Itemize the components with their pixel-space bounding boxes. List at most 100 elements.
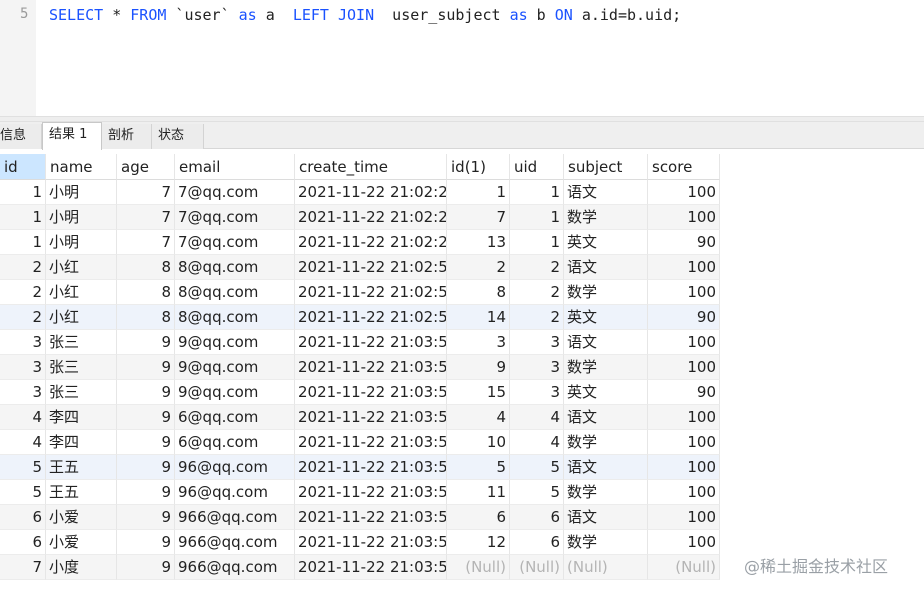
column-header-uid[interactable]: uid (510, 154, 564, 180)
table-cell-id-1[interactable]: 2 (447, 255, 510, 280)
column-header-name[interactable]: name (46, 154, 117, 180)
table-cell-name[interactable]: 张三 (46, 355, 117, 380)
column-header-id-1[interactable]: id(1) (447, 154, 510, 180)
table-cell-uid[interactable]: 1 (510, 230, 564, 255)
table-cell-uid[interactable]: 3 (510, 330, 564, 355)
table-cell-subject[interactable]: 语文 (564, 405, 648, 430)
table-cell-age[interactable]: 7 (117, 180, 175, 205)
table-cell-email[interactable]: 8@qq.com (175, 280, 295, 305)
table-cell-uid[interactable]: 6 (510, 505, 564, 530)
table-cell-email[interactable]: 9@qq.com (175, 330, 295, 355)
table-cell-score[interactable]: (Null) (648, 555, 720, 580)
table-cell-subject[interactable]: 数学 (564, 205, 648, 230)
table-cell-score[interactable]: 90 (648, 305, 720, 330)
table-cell-id-1[interactable]: 1 (447, 180, 510, 205)
table-cell-score[interactable]: 90 (648, 380, 720, 405)
table-cell-create-time[interactable]: 2021-11-22 21:03:58 (295, 430, 447, 455)
table-cell-id-1[interactable]: (Null) (447, 555, 510, 580)
table-cell-id[interactable]: 2 (0, 280, 46, 305)
table-cell-id-1[interactable]: 3 (447, 330, 510, 355)
table-cell-id[interactable]: 3 (0, 380, 46, 405)
table-cell-create-time[interactable]: 2021-11-22 21:03:58 (295, 505, 447, 530)
table-cell-age[interactable]: 9 (117, 330, 175, 355)
table-cell-name[interactable]: 小明 (46, 230, 117, 255)
table-cell-email[interactable]: 6@qq.com (175, 430, 295, 455)
table-cell-subject[interactable]: 语文 (564, 180, 648, 205)
table-cell-id[interactable]: 2 (0, 255, 46, 280)
table-cell-email[interactable]: 7@qq.com (175, 205, 295, 230)
table-cell-create-time[interactable]: 2021-11-22 21:02:27 (295, 230, 447, 255)
table-cell-email[interactable]: 7@qq.com (175, 180, 295, 205)
table-cell-subject[interactable]: 英文 (564, 380, 648, 405)
table-cell-name[interactable]: 王五 (46, 455, 117, 480)
table-cell-create-time[interactable]: 2021-11-22 21:02:53 (295, 255, 447, 280)
table-cell-name[interactable]: 小爱 (46, 530, 117, 555)
table-cell-id[interactable]: 1 (0, 180, 46, 205)
table-cell-subject[interactable]: 数学 (564, 430, 648, 455)
table-cell-create-time[interactable]: 2021-11-22 21:02:27 (295, 205, 447, 230)
table-cell-score[interactable]: 100 (648, 280, 720, 305)
table-cell-id[interactable]: 7 (0, 555, 46, 580)
table-cell-uid[interactable]: 3 (510, 380, 564, 405)
table-cell-id-1[interactable]: 15 (447, 380, 510, 405)
table-cell-id[interactable]: 3 (0, 330, 46, 355)
table-cell-name[interactable]: 小红 (46, 280, 117, 305)
column-header-score[interactable]: score (648, 154, 720, 180)
table-cell-create-time[interactable]: 2021-11-22 21:02:53 (295, 305, 447, 330)
table-cell-age[interactable]: 7 (117, 205, 175, 230)
table-cell-name[interactable]: 小明 (46, 180, 117, 205)
table-cell-id[interactable]: 6 (0, 530, 46, 555)
table-cell-score[interactable]: 100 (648, 480, 720, 505)
table-cell-create-time[interactable]: 2021-11-22 21:03:58 (295, 380, 447, 405)
table-cell-id-1[interactable]: 10 (447, 430, 510, 455)
table-cell-uid[interactable]: 2 (510, 305, 564, 330)
table-cell-id[interactable]: 5 (0, 480, 46, 505)
table-cell-uid[interactable]: 1 (510, 205, 564, 230)
table-cell-id[interactable]: 5 (0, 455, 46, 480)
table-cell-create-time[interactable]: 2021-11-22 21:02:53 (295, 280, 447, 305)
table-cell-name[interactable]: 小爱 (46, 505, 117, 530)
table-cell-create-time[interactable]: 2021-11-22 21:03:58 (295, 555, 447, 580)
table-cell-age[interactable]: 9 (117, 405, 175, 430)
table-cell-id-1[interactable]: 7 (447, 205, 510, 230)
table-cell-create-time[interactable]: 2021-11-22 21:03:58 (295, 405, 447, 430)
table-cell-id-1[interactable]: 13 (447, 230, 510, 255)
table-cell-subject[interactable]: 语文 (564, 505, 648, 530)
table-cell-id[interactable]: 4 (0, 430, 46, 455)
table-cell-id-1[interactable]: 11 (447, 480, 510, 505)
table-cell-id-1[interactable]: 5 (447, 455, 510, 480)
column-header-subject[interactable]: subject (564, 154, 648, 180)
table-cell-uid[interactable]: 3 (510, 355, 564, 380)
table-cell-age[interactable]: 9 (117, 380, 175, 405)
table-cell-score[interactable]: 100 (648, 255, 720, 280)
table-cell-id-1[interactable]: 4 (447, 405, 510, 430)
table-cell-subject[interactable]: 数学 (564, 530, 648, 555)
table-cell-score[interactable]: 100 (648, 455, 720, 480)
table-cell-score[interactable]: 100 (648, 180, 720, 205)
table-cell-uid[interactable]: (Null) (510, 555, 564, 580)
table-cell-uid[interactable]: 6 (510, 530, 564, 555)
table-cell-email[interactable]: 9@qq.com (175, 380, 295, 405)
table-cell-uid[interactable]: 2 (510, 280, 564, 305)
table-cell-subject[interactable]: 语文 (564, 255, 648, 280)
table-cell-age[interactable]: 9 (117, 480, 175, 505)
table-cell-subject[interactable]: (Null) (564, 555, 648, 580)
table-cell-name[interactable]: 张三 (46, 330, 117, 355)
tab-profile[interactable]: 剖析 (102, 124, 152, 149)
table-cell-create-time[interactable]: 2021-11-22 21:03:58 (295, 455, 447, 480)
table-cell-uid[interactable]: 1 (510, 180, 564, 205)
column-header-age[interactable]: age (117, 154, 175, 180)
table-cell-name[interactable]: 李四 (46, 405, 117, 430)
table-cell-name[interactable]: 小度 (46, 555, 117, 580)
table-cell-name[interactable]: 小红 (46, 255, 117, 280)
table-cell-uid[interactable]: 5 (510, 455, 564, 480)
table-cell-subject[interactable]: 英文 (564, 305, 648, 330)
table-cell-name[interactable]: 王五 (46, 480, 117, 505)
table-cell-age[interactable]: 8 (117, 305, 175, 330)
table-cell-email[interactable]: 6@qq.com (175, 405, 295, 430)
table-cell-subject[interactable]: 语文 (564, 330, 648, 355)
table-cell-email[interactable]: 966@qq.com (175, 530, 295, 555)
table-cell-id-1[interactable]: 8 (447, 280, 510, 305)
column-header-create-time[interactable]: create_time (295, 154, 447, 180)
table-cell-uid[interactable]: 2 (510, 255, 564, 280)
